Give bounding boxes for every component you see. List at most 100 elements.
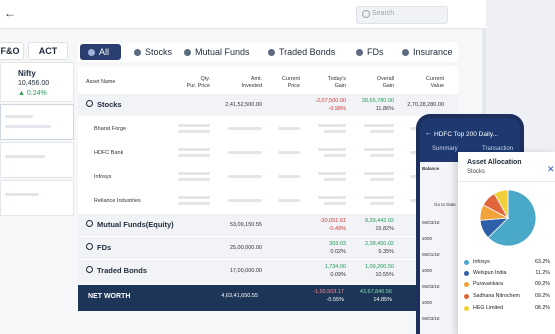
top-bar: ← Search — [0, 0, 486, 29]
mf-overall-gain: 8,39,442.02 — [364, 218, 394, 224]
expand-icon — [86, 243, 93, 250]
bonds-today-gain: 1,734.00 — [324, 264, 346, 270]
tab-summary[interactable]: Summary — [432, 146, 458, 152]
watchlist-card[interactable] — [0, 180, 74, 216]
fds-overall-pct: 9.35% — [378, 249, 394, 255]
filter-mutual-funds[interactable]: Mutual Funds — [184, 44, 250, 60]
stocks-today-gain: -2,07,500.00 — [315, 98, 346, 104]
net-worth-overall-gain: 43,67,840.56 — [359, 289, 392, 295]
asset-filter-bar: All Stocks Mutual Funds Traded Bonds FDs… — [78, 42, 458, 62]
allocation-pie-chart — [479, 189, 537, 247]
legend-row: Infosys 63.2% — [464, 259, 550, 267]
search-icon — [362, 10, 370, 18]
index-name: Nifty — [18, 69, 36, 78]
holding-name[interactable]: HDFC Bank — [94, 150, 123, 156]
bonds-today-pct: 0.09% — [330, 272, 346, 278]
watchlist-card[interactable] — [0, 104, 74, 140]
fds-today-gain: 303.03 — [329, 241, 346, 247]
fds-today-pct: 0.02% — [330, 249, 346, 255]
filter-dot-icon — [134, 49, 141, 56]
stocks-invested: 2,41,52,500.00 — [225, 102, 262, 108]
col-asset-name: Asset Name — [86, 79, 116, 85]
filter-insurance[interactable]: Insurance — [402, 44, 453, 60]
close-icon[interactable]: ✕ — [547, 164, 555, 175]
filter-traded-bonds[interactable]: Traded Bonds — [268, 44, 335, 60]
popup-subtitle: Stocks — [467, 169, 486, 175]
holding-name[interactable]: Bharat Forge — [94, 126, 126, 132]
col-current-price: Current Price — [282, 76, 300, 89]
group-row-fds[interactable] — [78, 237, 458, 259]
legend-swatch — [464, 306, 469, 311]
group-label-fds[interactable]: FDs — [86, 243, 111, 252]
amount-row: 2000 — [422, 236, 433, 241]
balance-label: Balance — [422, 166, 440, 171]
legend-row: Welspun India 11.2% — [464, 270, 550, 278]
date-row: 06/03/18 — [422, 220, 440, 225]
group-label-stocks[interactable]: Stocks — [86, 100, 122, 109]
legend-row: Puravankara 09.2% — [464, 281, 550, 289]
col-qty-pur-price: Qty. Pur. Price — [186, 76, 210, 89]
search-input[interactable]: Search — [356, 6, 448, 24]
legend-swatch — [464, 260, 469, 265]
net-worth-overall-pct: 14.85% — [373, 297, 392, 303]
net-worth-row: NET WORTH 4,63,41,650.55 -1,99,503.17 -0… — [78, 285, 458, 311]
amount-row: 2000 — [422, 268, 433, 273]
date-row: 06/03/18 — [422, 316, 440, 321]
stocks-overall-pct: 11.86% — [375, 106, 394, 112]
filter-dot-icon — [184, 49, 191, 56]
fund-title: HDFC Top 200 Daily... — [434, 131, 499, 138]
filter-dot-icon — [356, 49, 363, 56]
tab-act[interactable]: ACT — [28, 42, 68, 60]
filter-fds[interactable]: FDs — [356, 44, 384, 60]
fds-overall-gain: 2,38,450.02 — [364, 241, 394, 247]
filter-dot-icon — [402, 49, 409, 56]
amount-row: 2000 — [422, 300, 433, 305]
legend-row: HEG Limited 08.2% — [464, 305, 550, 313]
net-worth-invested: 4,63,41,650.55 — [221, 293, 258, 299]
legend-row: Sadhana Nitrochem 09.2% — [464, 293, 550, 301]
stocks-overall-gain: 28,65,780.00 — [361, 98, 394, 104]
popup-divider — [458, 181, 555, 182]
go-to-date-button[interactable]: Go to Date — [434, 202, 456, 207]
filter-dot-icon — [268, 49, 275, 56]
asset-allocation-popup: Asset Allocation Stocks ✕ Infosys 63.2% W… — [458, 152, 555, 334]
col-todays-gain: Today's Gain — [327, 76, 346, 89]
expand-icon — [86, 220, 93, 227]
fds-invested: 25,00,000.00 — [229, 245, 262, 251]
filter-dot-icon — [88, 49, 95, 56]
bonds-overall-pct: 10.55% — [375, 272, 394, 278]
filter-all[interactable]: All — [80, 44, 122, 60]
col-current-value: Current Value — [426, 76, 444, 89]
expand-icon — [86, 266, 93, 273]
date-row: 06/01/18 — [422, 252, 440, 257]
mf-overall-pct: 15.82% — [375, 226, 394, 232]
back-arrow-icon[interactable]: ← — [4, 6, 16, 20]
index-change: ▲ 0.24% — [18, 90, 47, 97]
mf-invested: 53,09,150.55 — [229, 222, 262, 228]
watchlist-card[interactable] — [0, 142, 74, 178]
nifty-index-card[interactable]: Nifty 10,456.00 ▲ 0.24% — [0, 62, 74, 102]
bonds-invested: 17,00,000.00 — [229, 268, 262, 274]
group-label-mutual-funds[interactable]: Mutual Funds(Equity) — [86, 220, 174, 229]
legend-swatch — [464, 294, 469, 299]
popup-title: Asset Allocation — [467, 159, 522, 166]
holding-name[interactable]: Infosys — [94, 174, 111, 180]
mf-today-pct: -0.49% — [328, 226, 346, 232]
col-overall-gain: Overall Gain — [376, 76, 394, 89]
index-value: 10,456.00 — [18, 80, 50, 87]
legend-swatch — [464, 282, 469, 287]
mf-today-gain: -30,051.61 — [319, 218, 346, 224]
stocks-current-value: 2,70,28,280.00 — [407, 102, 444, 108]
filter-stocks[interactable]: Stocks — [134, 44, 172, 60]
stocks-today-pct: -0.98% — [328, 106, 346, 112]
legend-swatch — [464, 271, 469, 276]
group-label-traded-bonds[interactable]: Traded Bonds — [86, 266, 147, 275]
phone-back-icon[interactable]: ← — [425, 130, 432, 137]
bonds-overall-gain: 1,09,200.50 — [364, 264, 394, 270]
net-worth-label: NET WORTH — [88, 293, 131, 300]
holdings-table: Asset Name Qty. Pur. Price Amt. Invested C… — [78, 66, 458, 282]
tab-fo[interactable]: F&O — [0, 42, 24, 60]
date-row: 05/03/18 — [422, 284, 440, 289]
portfolio-app: ← Search F&O ACT Nifty 10,456.00 ▲ 0.24%… — [0, 0, 486, 334]
holding-name[interactable]: Reliance Industries — [94, 198, 141, 204]
